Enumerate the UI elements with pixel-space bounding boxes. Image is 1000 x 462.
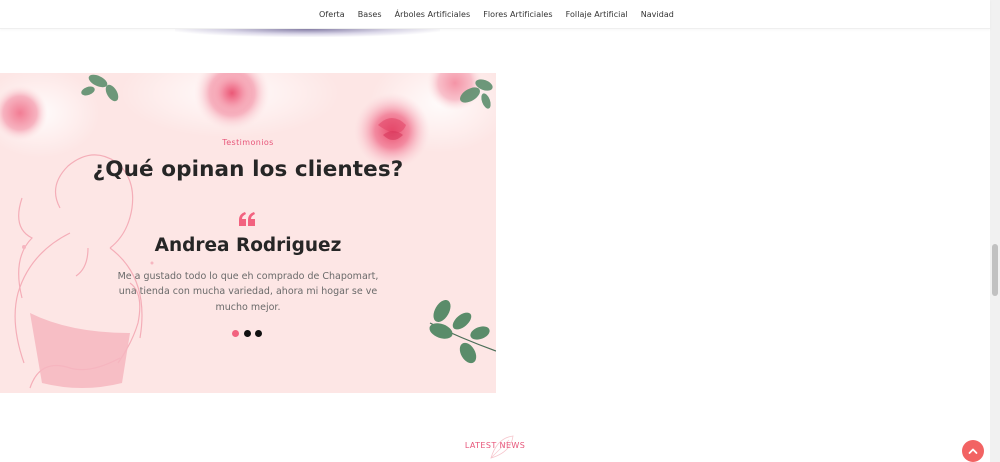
page-scrollbar[interactable] [990, 0, 1000, 462]
testimonials-section: Testimonios ¿Qué opinan los clientes? An… [0, 73, 496, 393]
quote-icon [239, 212, 255, 226]
latest-news-heading: LATEST NEWS [464, 441, 526, 450]
top-navigation: Oferta Bases Árboles Artificiales Flores… [0, 0, 990, 29]
nav-link-follaje[interactable]: Follaje Artificial [559, 10, 634, 19]
carousel-pagination [232, 330, 262, 337]
chevron-up-icon [968, 448, 978, 454]
testimonial-author: Andrea Rodriguez [154, 235, 342, 256]
nav-item-bases[interactable]: Bases [351, 10, 388, 19]
carousel-dot-3[interactable] [255, 330, 262, 337]
hero-image-edge [175, 29, 440, 37]
nav-link-flores[interactable]: Flores Artificiales [477, 10, 559, 19]
nav-link-oferta[interactable]: Oferta [313, 10, 352, 19]
carousel-dot-2[interactable] [243, 330, 251, 337]
scrollbar-thumb[interactable] [992, 244, 998, 296]
nav-item-flores[interactable]: Flores Artificiales [477, 10, 559, 19]
carousel-dot-1[interactable] [232, 330, 239, 337]
testimonials-kicker: Testimonios [222, 138, 274, 147]
nav-item-arboles[interactable]: Árboles Artificiales [388, 10, 477, 19]
back-to-top-button[interactable] [962, 440, 984, 462]
nav-link-arboles[interactable]: Árboles Artificiales [388, 10, 477, 19]
nav-item-follaje[interactable]: Follaje Artificial [559, 10, 634, 19]
floral-background [0, 73, 496, 389]
nav-link-navidad[interactable]: Navidad [634, 10, 680, 19]
nav-item-navidad[interactable]: Navidad [634, 10, 680, 19]
nav-item-oferta[interactable]: Oferta [313, 10, 352, 19]
nav-link-bases[interactable]: Bases [351, 10, 388, 19]
testimonials-heading: ¿Qué opinan los clientes? [92, 157, 404, 182]
testimonial-text: Me a gustado todo lo que eh comprado de … [117, 271, 379, 313]
nav-menu: Oferta Bases Árboles Artificiales Flores… [310, 10, 681, 19]
